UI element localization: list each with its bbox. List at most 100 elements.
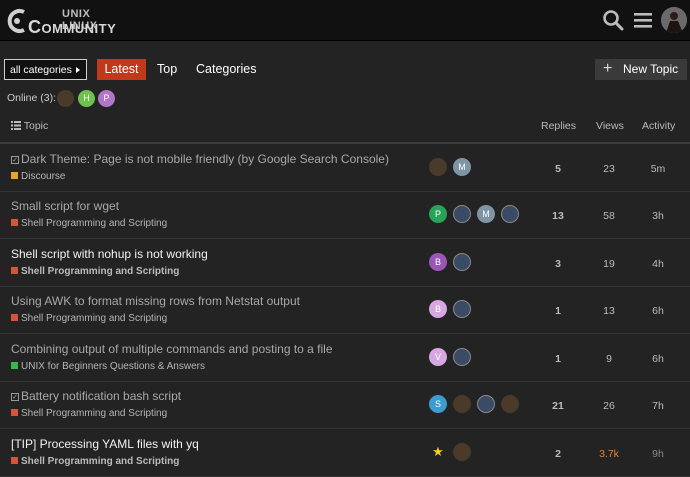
topic-views: 13	[603, 305, 615, 317]
topic-activity[interactable]: 3h	[638, 210, 678, 222]
topic-replies: 5	[555, 163, 561, 175]
online-user-avatar[interactable]: H	[78, 90, 95, 107]
topic-title-link[interactable]: Combining output of multiple commands an…	[11, 342, 333, 356]
new-topic-label: New Topic	[623, 62, 679, 76]
site-logo[interactable]: UNIX LINUX Community	[6, 6, 126, 37]
topic-activity[interactable]: 6h	[638, 353, 678, 365]
category-color-badge	[11, 172, 18, 179]
topic-replies: 3	[555, 258, 561, 270]
topic-title-text: Using AWK to format missing rows from Ne…	[11, 294, 300, 308]
category-name: Discourse	[21, 171, 66, 182]
category-name: Shell Programming and Scripting	[21, 266, 180, 277]
participant-avatar[interactable]: M	[477, 205, 495, 223]
category-color-badge	[11, 409, 18, 416]
topic-row[interactable]: [TIP] Processing YAML files with yq Shell…	[0, 430, 690, 477]
participant-avatar[interactable]	[453, 253, 471, 271]
category-color-badge	[11, 457, 18, 464]
participant-avatar[interactable]	[453, 443, 471, 461]
category-name: UNIX for Beginners Questions & Answers	[21, 361, 205, 372]
new-topic-button[interactable]: + New Topic	[595, 59, 687, 80]
topic-activity[interactable]: 9h	[638, 448, 678, 460]
topic-row[interactable]: Using AWK to format missing rows from Ne…	[0, 287, 690, 334]
participant-avatar[interactable]: B	[429, 253, 447, 271]
participant-avatar[interactable]	[477, 395, 495, 413]
participant-avatar[interactable]	[429, 158, 447, 176]
topic-category-link[interactable]: Shell Programming and Scripting	[11, 313, 167, 324]
column-header-topic[interactable]: Topic	[11, 120, 48, 132]
topic-activity[interactable]: 6h	[638, 305, 678, 317]
topic-row[interactable]: Combining output of multiple commands an…	[0, 335, 690, 382]
participant-avatar[interactable]	[453, 300, 471, 318]
list-icon	[11, 121, 21, 130]
topic-title-link[interactable]: Small script for wget	[11, 199, 119, 213]
topic-views: 9	[606, 353, 612, 365]
topic-category-link[interactable]: Shell Programming and Scripting	[11, 266, 179, 277]
topic-views: 58	[603, 210, 615, 222]
column-header-topic-label: Topic	[23, 120, 49, 132]
checkbox-icon: ✓	[11, 393, 19, 401]
category-select-label: all categories	[10, 64, 72, 76]
topic-title-link[interactable]: ✓ Battery notification bash script	[11, 389, 181, 403]
participant-avatar[interactable]: P	[429, 205, 447, 223]
column-header-replies[interactable]: Replies	[541, 120, 576, 132]
topic-title-text: Battery notification bash script	[21, 389, 182, 403]
topic-title-link[interactable]: ✓ Dark Theme: Page is not mobile friendly…	[11, 152, 389, 166]
topic-title-link[interactable]: Using AWK to format missing rows from Ne…	[11, 294, 300, 308]
topic-row[interactable]: Small script for wget Shell Programming a…	[0, 192, 690, 239]
checkbox-icon: ✓	[11, 156, 19, 164]
topic-replies: 13	[552, 210, 564, 222]
topic-activity[interactable]: 4h	[638, 258, 678, 270]
participant-avatar[interactable]	[501, 395, 519, 413]
topic-replies: 1	[555, 305, 561, 317]
participant-avatar[interactable]: S	[429, 395, 447, 413]
category-select[interactable]: all categories	[4, 59, 87, 80]
topic-replies: 1	[555, 353, 561, 365]
topic-category-link[interactable]: Shell Programming and Scripting	[11, 456, 179, 467]
topic-category-link[interactable]: Shell Programming and Scripting	[11, 408, 167, 419]
tab-top[interactable]: Top	[157, 59, 177, 80]
online-user-avatar[interactable]: P	[98, 90, 115, 107]
topic-category-link[interactable]: UNIX for Beginners Questions & Answers	[11, 361, 205, 372]
topic-activity[interactable]: 7h	[638, 400, 678, 412]
category-color-badge	[11, 267, 18, 274]
topic-replies: 21	[552, 400, 564, 412]
topic-views: 23	[603, 163, 615, 175]
category-name: Shell Programming and Scripting	[21, 408, 168, 419]
topic-row[interactable]: Shell script with nohup is not working Sh…	[0, 240, 690, 287]
column-header-activity[interactable]: Activity	[642, 120, 675, 132]
participant-avatar[interactable]	[453, 205, 471, 223]
participant-avatar[interactable]	[453, 395, 471, 413]
topic-title-text: [TIP] Processing YAML files with yq	[11, 437, 199, 451]
category-color-badge	[11, 362, 18, 369]
tab-categories[interactable]: Categories	[196, 59, 256, 80]
search-icon[interactable]	[602, 9, 624, 31]
topic-title-text: Shell script with nohup is not working	[11, 247, 208, 261]
site-header: UNIX LINUX Community	[0, 0, 690, 41]
participant-avatar[interactable]: V	[429, 348, 447, 366]
participant-avatar[interactable]: M	[453, 158, 471, 176]
hamburger-menu-icon[interactable]	[632, 9, 654, 31]
logo-text-bottom: Community	[28, 17, 117, 37]
category-name: Shell Programming and Scripting	[21, 313, 168, 324]
participant-avatar[interactable]	[501, 205, 519, 223]
online-user-avatar[interactable]	[57, 90, 74, 107]
topic-row[interactable]: ✓ Battery notification bash script Shell P…	[0, 382, 690, 429]
topic-views: 3.7k	[599, 448, 619, 460]
category-name: Shell Programming and Scripting	[21, 218, 168, 229]
topic-title-text: Dark Theme: Page is not mobile friendly …	[21, 152, 389, 166]
category-color-badge	[11, 314, 18, 321]
topic-row[interactable]: ✓ Dark Theme: Page is not mobile friendly…	[0, 145, 690, 192]
topic-replies: 2	[555, 448, 561, 460]
participant-avatar[interactable]	[453, 348, 471, 366]
topic-activity[interactable]: 5m	[638, 163, 678, 175]
topic-title-link[interactable]: [TIP] Processing YAML files with yq	[11, 437, 199, 451]
participant-avatar[interactable]: B	[429, 300, 447, 318]
category-color-badge	[11, 219, 18, 226]
tab-latest[interactable]: Latest	[97, 59, 146, 80]
column-header-views[interactable]: Views	[596, 120, 624, 132]
topic-category-link[interactable]: Discourse	[11, 171, 65, 182]
user-avatar[interactable]	[661, 7, 687, 33]
topic-category-link[interactable]: Shell Programming and Scripting	[11, 218, 167, 229]
participant-avatar[interactable]: ★	[429, 443, 447, 461]
topic-title-link[interactable]: Shell script with nohup is not working	[11, 247, 208, 261]
